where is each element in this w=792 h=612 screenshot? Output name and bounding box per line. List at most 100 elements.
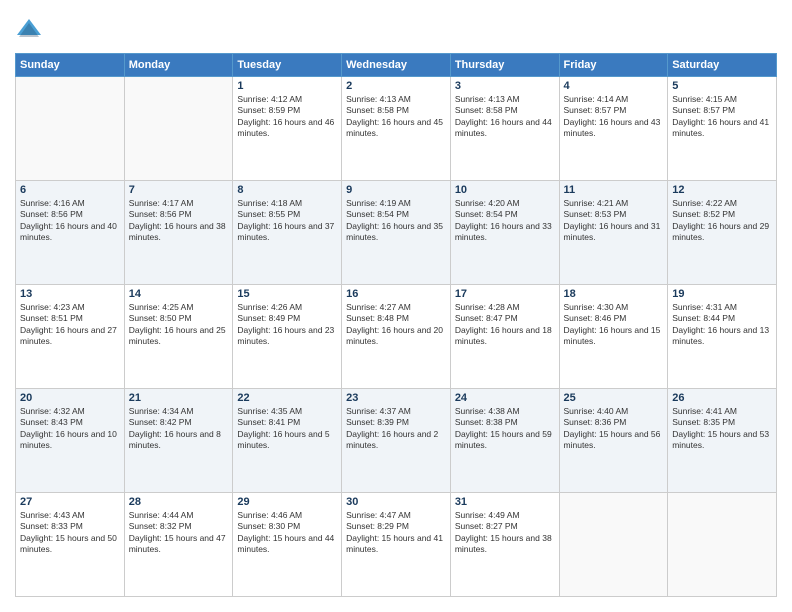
day-info: Sunrise: 4:22 AMSunset: 8:52 PMDaylight:… bbox=[672, 198, 772, 244]
day-info: Sunrise: 4:34 AMSunset: 8:42 PMDaylight:… bbox=[129, 406, 229, 452]
day-info: Sunrise: 4:41 AMSunset: 8:35 PMDaylight:… bbox=[672, 406, 772, 452]
calendar-week-row: 1 Sunrise: 4:12 AMSunset: 8:59 PMDaylight… bbox=[16, 77, 777, 181]
calendar-cell: 21 Sunrise: 4:34 AMSunset: 8:42 PMDayligh… bbox=[124, 389, 233, 493]
day-number: 31 bbox=[455, 496, 555, 508]
calendar-cell: 3 Sunrise: 4:13 AMSunset: 8:58 PMDaylight… bbox=[450, 77, 559, 181]
day-number: 23 bbox=[346, 392, 446, 404]
day-info: Sunrise: 4:13 AMSunset: 8:58 PMDaylight:… bbox=[455, 94, 555, 140]
day-info: Sunrise: 4:40 AMSunset: 8:36 PMDaylight:… bbox=[564, 406, 664, 452]
day-number: 21 bbox=[129, 392, 229, 404]
day-info: Sunrise: 4:28 AMSunset: 8:47 PMDaylight:… bbox=[455, 302, 555, 348]
calendar-cell: 2Sunrise: 4:13 AMSunset: 8:58 PMDaylight… bbox=[342, 77, 451, 181]
weekday-header-row: SundayMondayTuesdayWednesdayThursdayFrid… bbox=[16, 54, 777, 77]
day-info: Sunrise: 4:27 AMSunset: 8:48 PMDaylight:… bbox=[346, 302, 446, 348]
weekday-header-tuesday: Tuesday bbox=[233, 54, 342, 77]
day-number: 26 bbox=[672, 392, 772, 404]
calendar-cell: 12 Sunrise: 4:22 AMSunset: 8:52 PMDayligh… bbox=[668, 181, 777, 285]
calendar-cell: 11 Sunrise: 4:21 AMSunset: 8:53 PMDayligh… bbox=[559, 181, 668, 285]
calendar-cell: 24 Sunrise: 4:38 AMSunset: 8:38 PMDayligh… bbox=[450, 389, 559, 493]
day-number: 29 bbox=[237, 496, 337, 508]
day-number: 24 bbox=[455, 392, 555, 404]
day-info: Sunrise: 4:14 AMSunset: 8:57 PMDaylight:… bbox=[564, 94, 664, 140]
calendar-week-row: 6 Sunrise: 4:16 AMSunset: 8:56 PMDaylight… bbox=[16, 181, 777, 285]
day-number: 16 bbox=[346, 288, 446, 300]
calendar-cell: 23 Sunrise: 4:37 AMSunset: 8:39 PMDayligh… bbox=[342, 389, 451, 493]
day-number: 1 bbox=[237, 80, 337, 92]
logo-icon bbox=[15, 15, 43, 43]
day-info: Sunrise: 4:12 AMSunset: 8:59 PMDaylight:… bbox=[237, 94, 337, 140]
day-info: Sunrise: 4:37 AMSunset: 8:39 PMDaylight:… bbox=[346, 406, 446, 452]
calendar-cell: 31 Sunrise: 4:49 AMSunset: 8:27 PMDayligh… bbox=[450, 493, 559, 597]
day-info: Sunrise: 4:18 AMSunset: 8:55 PMDaylight:… bbox=[237, 198, 337, 244]
calendar-week-row: 27 Sunrise: 4:43 AMSunset: 8:33 PMDayligh… bbox=[16, 493, 777, 597]
calendar-cell: 18Sunrise: 4:30 AMSunset: 8:46 PMDayligh… bbox=[559, 285, 668, 389]
calendar-cell bbox=[124, 77, 233, 181]
day-info: Sunrise: 4:49 AMSunset: 8:27 PMDaylight:… bbox=[455, 510, 555, 556]
day-number: 11 bbox=[564, 184, 664, 196]
page: SundayMondayTuesdayWednesdayThursdayFrid… bbox=[0, 0, 792, 612]
calendar-cell: 28 Sunrise: 4:44 AMSunset: 8:32 PMDayligh… bbox=[124, 493, 233, 597]
day-info: Sunrise: 4:47 AMSunset: 8:29 PMDaylight:… bbox=[346, 510, 446, 556]
calendar-cell: 25 Sunrise: 4:40 AMSunset: 8:36 PMDayligh… bbox=[559, 389, 668, 493]
day-info: Sunrise: 4:21 AMSunset: 8:53 PMDaylight:… bbox=[564, 198, 664, 244]
calendar-cell: 20Sunrise: 4:32 AMSunset: 8:43 PMDayligh… bbox=[16, 389, 125, 493]
day-number: 8 bbox=[237, 184, 337, 196]
day-info: Sunrise: 4:15 AMSunset: 8:57 PMDaylight:… bbox=[672, 94, 772, 140]
day-info: Sunrise: 4:46 AMSunset: 8:30 PMDaylight:… bbox=[237, 510, 337, 556]
calendar-cell: 17Sunrise: 4:28 AMSunset: 8:47 PMDayligh… bbox=[450, 285, 559, 389]
day-info: Sunrise: 4:25 AMSunset: 8:50 PMDaylight:… bbox=[129, 302, 229, 348]
day-info: Sunrise: 4:44 AMSunset: 8:32 PMDaylight:… bbox=[129, 510, 229, 556]
calendar-week-row: 13 Sunrise: 4:23 AMSunset: 8:51 PMDayligh… bbox=[16, 285, 777, 389]
day-info: Sunrise: 4:16 AMSunset: 8:56 PMDaylight:… bbox=[20, 198, 120, 244]
day-number: 14 bbox=[129, 288, 229, 300]
day-info: Sunrise: 4:20 AMSunset: 8:54 PMDaylight:… bbox=[455, 198, 555, 244]
day-info: Sunrise: 4:38 AMSunset: 8:38 PMDaylight:… bbox=[455, 406, 555, 452]
day-info: Sunrise: 4:26 AMSunset: 8:49 PMDaylight:… bbox=[237, 302, 337, 348]
day-number: 18 bbox=[564, 288, 664, 300]
calendar-cell: 27 Sunrise: 4:43 AMSunset: 8:33 PMDayligh… bbox=[16, 493, 125, 597]
weekday-header-sunday: Sunday bbox=[16, 54, 125, 77]
calendar-cell bbox=[559, 493, 668, 597]
header bbox=[15, 15, 777, 43]
calendar-cell: 16 Sunrise: 4:27 AMSunset: 8:48 PMDayligh… bbox=[342, 285, 451, 389]
calendar-cell: 30 Sunrise: 4:47 AMSunset: 8:29 PMDayligh… bbox=[342, 493, 451, 597]
weekday-header-thursday: Thursday bbox=[450, 54, 559, 77]
calendar-cell bbox=[16, 77, 125, 181]
calendar-cell: 8 Sunrise: 4:18 AMSunset: 8:55 PMDaylight… bbox=[233, 181, 342, 285]
day-number: 5 bbox=[672, 80, 772, 92]
calendar-cell: 5 Sunrise: 4:15 AMSunset: 8:57 PMDaylight… bbox=[668, 77, 777, 181]
day-info: Sunrise: 4:43 AMSunset: 8:33 PMDaylight:… bbox=[20, 510, 120, 556]
day-info: Sunrise: 4:31 AMSunset: 8:44 PMDaylight:… bbox=[672, 302, 772, 348]
day-number: 2 bbox=[346, 80, 446, 92]
calendar-cell: 13 Sunrise: 4:23 AMSunset: 8:51 PMDayligh… bbox=[16, 285, 125, 389]
calendar-cell: 26 Sunrise: 4:41 AMSunset: 8:35 PMDayligh… bbox=[668, 389, 777, 493]
calendar-cell: 7 Sunrise: 4:17 AMSunset: 8:56 PMDaylight… bbox=[124, 181, 233, 285]
day-number: 9 bbox=[346, 184, 446, 196]
calendar-cell: 1 Sunrise: 4:12 AMSunset: 8:59 PMDaylight… bbox=[233, 77, 342, 181]
calendar-cell: 19 Sunrise: 4:31 AMSunset: 8:44 PMDayligh… bbox=[668, 285, 777, 389]
calendar-cell bbox=[668, 493, 777, 597]
day-number: 3 bbox=[455, 80, 555, 92]
day-number: 6 bbox=[20, 184, 120, 196]
day-info: Sunrise: 4:23 AMSunset: 8:51 PMDaylight:… bbox=[20, 302, 120, 348]
calendar-table: SundayMondayTuesdayWednesdayThursdayFrid… bbox=[15, 53, 777, 597]
weekday-header-friday: Friday bbox=[559, 54, 668, 77]
calendar-cell: 4Sunrise: 4:14 AMSunset: 8:57 PMDaylight… bbox=[559, 77, 668, 181]
calendar-cell: 14 Sunrise: 4:25 AMSunset: 8:50 PMDayligh… bbox=[124, 285, 233, 389]
day-number: 28 bbox=[129, 496, 229, 508]
day-number: 27 bbox=[20, 496, 120, 508]
day-info: Sunrise: 4:17 AMSunset: 8:56 PMDaylight:… bbox=[129, 198, 229, 244]
day-number: 25 bbox=[564, 392, 664, 404]
weekday-header-wednesday: Wednesday bbox=[342, 54, 451, 77]
calendar-week-row: 20Sunrise: 4:32 AMSunset: 8:43 PMDayligh… bbox=[16, 389, 777, 493]
day-number: 19 bbox=[672, 288, 772, 300]
day-number: 12 bbox=[672, 184, 772, 196]
day-number: 13 bbox=[20, 288, 120, 300]
calendar-cell: 15Sunrise: 4:26 AMSunset: 8:49 PMDayligh… bbox=[233, 285, 342, 389]
day-number: 30 bbox=[346, 496, 446, 508]
day-number: 7 bbox=[129, 184, 229, 196]
weekday-header-saturday: Saturday bbox=[668, 54, 777, 77]
calendar-cell: 29 Sunrise: 4:46 AMSunset: 8:30 PMDayligh… bbox=[233, 493, 342, 597]
day-info: Sunrise: 4:32 AMSunset: 8:43 PMDaylight:… bbox=[20, 406, 120, 452]
weekday-header-monday: Monday bbox=[124, 54, 233, 77]
